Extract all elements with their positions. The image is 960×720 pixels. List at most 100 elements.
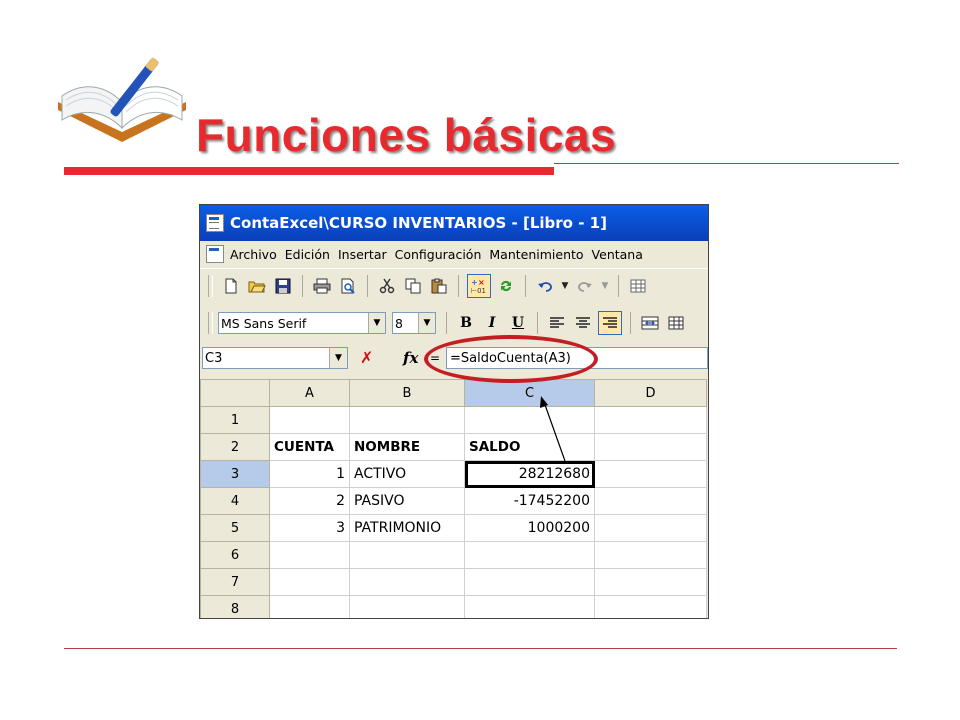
row-header[interactable]: 1 bbox=[200, 406, 270, 434]
chevron-down-icon[interactable]: ▼ bbox=[329, 348, 347, 368]
app-icon[interactable] bbox=[206, 214, 224, 232]
cell-a8[interactable] bbox=[269, 595, 350, 618]
cell-d1[interactable] bbox=[594, 406, 707, 434]
select-all-corner[interactable] bbox=[200, 379, 270, 407]
cell-b4[interactable]: PASIVO bbox=[349, 487, 465, 515]
font-size-select[interactable]: 8 ▼ bbox=[392, 312, 436, 334]
font-name-select[interactable]: MS Sans Serif ▼ bbox=[218, 312, 386, 334]
table-grid-icon[interactable] bbox=[665, 312, 687, 334]
cell-d2[interactable] bbox=[594, 433, 707, 461]
window-titlebar[interactable]: ContaExcel\CURSO INVENTARIOS - [Libro - … bbox=[200, 205, 708, 241]
undo-icon[interactable] bbox=[534, 275, 556, 297]
cell-c6[interactable] bbox=[464, 541, 595, 569]
cell-b3[interactable]: ACTIVO bbox=[349, 460, 465, 488]
toolbar-grip[interactable] bbox=[208, 275, 213, 297]
name-box[interactable]: C3 ▼ bbox=[202, 347, 348, 369]
cell-c3-active[interactable]: 28212680 bbox=[464, 460, 595, 488]
svg-text:+: + bbox=[471, 278, 478, 287]
row-header[interactable]: 4 bbox=[200, 487, 270, 515]
cell-a1[interactable] bbox=[269, 406, 350, 434]
title-underline bbox=[64, 167, 554, 175]
align-right-icon[interactable] bbox=[598, 311, 622, 335]
row-header[interactable]: 6 bbox=[200, 541, 270, 569]
refresh-icon[interactable] bbox=[495, 275, 517, 297]
cell-b1[interactable] bbox=[349, 406, 465, 434]
cell-d5[interactable] bbox=[594, 514, 707, 542]
toolbar-separator bbox=[446, 312, 447, 334]
cell-c5[interactable]: 1000200 bbox=[464, 514, 595, 542]
toolbar-separator bbox=[537, 312, 538, 334]
menu-edicion[interactable]: Edición bbox=[285, 247, 338, 262]
cell-a7[interactable] bbox=[269, 568, 350, 596]
cell-a4[interactable]: 2 bbox=[269, 487, 350, 515]
cut-icon[interactable] bbox=[376, 275, 398, 297]
chevron-down-icon[interactable]: ▼ bbox=[418, 313, 435, 333]
table-row: 3 1 ACTIVO 28212680 bbox=[200, 460, 707, 488]
merge-cells-icon[interactable] bbox=[639, 312, 661, 334]
menu-mantenimiento[interactable]: Mantenimiento bbox=[489, 247, 591, 262]
menu-configuracion[interactable]: Configuración bbox=[395, 247, 490, 262]
row-header[interactable]: 2 bbox=[200, 433, 270, 461]
cell-c4[interactable]: -17452200 bbox=[464, 487, 595, 515]
cell-c2[interactable]: SALDO bbox=[464, 433, 595, 461]
align-center-icon[interactable] bbox=[572, 312, 594, 334]
row-header[interactable]: 3 bbox=[200, 460, 270, 488]
cell-b8[interactable] bbox=[349, 595, 465, 618]
cell-d3[interactable] bbox=[594, 460, 707, 488]
cell-a6[interactable] bbox=[269, 541, 350, 569]
cell-c8[interactable] bbox=[464, 595, 595, 618]
cancel-icon[interactable]: ✗ bbox=[360, 348, 373, 367]
menu-archivo[interactable]: Archivo bbox=[230, 247, 285, 262]
chevron-down-icon[interactable]: ▼ bbox=[368, 313, 385, 333]
table-row: 2 CUENTA NOMBRE SALDO bbox=[200, 433, 707, 461]
menu-bar: Archivo Edición Insertar Configuración M… bbox=[200, 241, 708, 267]
row-header[interactable]: 7 bbox=[200, 568, 270, 596]
column-header-b[interactable]: B bbox=[349, 379, 465, 407]
save-icon[interactable] bbox=[272, 275, 294, 297]
cell-d7[interactable] bbox=[594, 568, 707, 596]
row-header[interactable]: 5 bbox=[200, 514, 270, 542]
underline-button[interactable]: U bbox=[507, 312, 529, 334]
cell-b2[interactable]: NOMBRE bbox=[349, 433, 465, 461]
copy-icon[interactable] bbox=[402, 275, 424, 297]
cell-b5[interactable]: PATRIMONIO bbox=[349, 514, 465, 542]
toolbar-separator bbox=[458, 275, 459, 297]
insert-function-fx-icon[interactable]: fx bbox=[403, 349, 418, 367]
document-icon[interactable] bbox=[206, 245, 224, 263]
print-icon[interactable] bbox=[311, 275, 333, 297]
cell-d6[interactable] bbox=[594, 541, 707, 569]
cell-c1[interactable] bbox=[464, 406, 595, 434]
cell-a5[interactable]: 3 bbox=[269, 514, 350, 542]
new-document-icon[interactable] bbox=[220, 275, 242, 297]
open-folder-icon[interactable] bbox=[246, 275, 268, 297]
column-header-c[interactable]: C bbox=[464, 379, 595, 407]
menu-ventana[interactable]: Ventana bbox=[592, 247, 651, 262]
undo-dropdown-icon[interactable]: ▼ bbox=[560, 275, 570, 297]
bold-button[interactable]: B bbox=[455, 312, 477, 334]
cell-c7[interactable] bbox=[464, 568, 595, 596]
paste-icon[interactable] bbox=[428, 275, 450, 297]
grid-icon[interactable] bbox=[627, 275, 649, 297]
cell-b6[interactable] bbox=[349, 541, 465, 569]
cell-a3[interactable]: 1 bbox=[269, 460, 350, 488]
redo-dropdown-icon[interactable]: ▼ bbox=[600, 275, 610, 297]
table-row: 1 bbox=[200, 406, 707, 434]
cell-a2[interactable]: CUENTA bbox=[269, 433, 350, 461]
cell-b7[interactable] bbox=[349, 568, 465, 596]
print-preview-icon[interactable] bbox=[337, 275, 359, 297]
column-header-d[interactable]: D bbox=[594, 379, 707, 407]
align-left-icon[interactable] bbox=[546, 312, 568, 334]
cell-d8[interactable] bbox=[594, 595, 707, 618]
table-row: 6 bbox=[200, 541, 707, 569]
redo-icon[interactable] bbox=[574, 275, 596, 297]
sheet-table: A B C D 1 2 CUENTA NOMBRE SALDO 3 1 ACTI… bbox=[200, 379, 707, 618]
row-header[interactable]: 8 bbox=[200, 595, 270, 618]
menu-insertar[interactable]: Insertar bbox=[338, 247, 395, 262]
toolbar-grip[interactable] bbox=[208, 312, 213, 334]
italic-button[interactable]: I bbox=[481, 312, 503, 334]
insert-function-icon[interactable]: + × ⊢01 bbox=[467, 274, 491, 298]
column-header-a[interactable]: A bbox=[269, 379, 350, 407]
cell-d4[interactable] bbox=[594, 487, 707, 515]
table-row: 8 bbox=[200, 595, 707, 618]
toolbar-separator bbox=[630, 312, 631, 334]
